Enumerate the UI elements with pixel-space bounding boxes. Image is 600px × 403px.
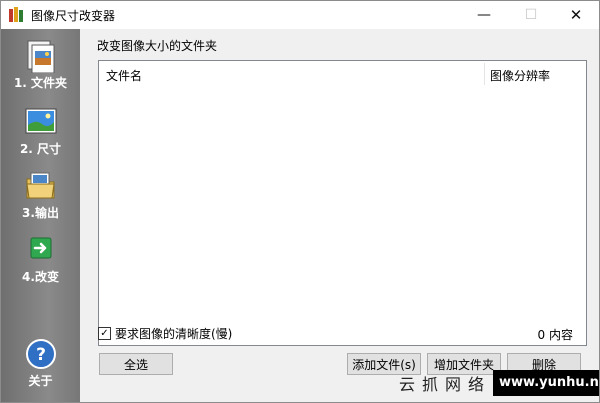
svg-text:?: ? [36, 345, 46, 365]
help-icon: ? [25, 339, 56, 369]
item-count: 0 内容 [537, 328, 573, 342]
group-title: 改变图像大小的文件夹 [97, 39, 218, 53]
close-button[interactable]: ✕ [553, 1, 599, 29]
green-arrow-icon [30, 237, 51, 259]
app-icon [9, 7, 23, 22]
quality-checkbox[interactable]: ✓ [98, 327, 111, 340]
maximize-button[interactable]: ☐ [508, 1, 554, 29]
column-divider[interactable] [484, 63, 485, 85]
sidebar-item-about[interactable]: ? 关于 [1, 337, 80, 389]
sidebar-item-output[interactable]: 3.输出 [1, 169, 80, 221]
folder-output-icon [25, 172, 55, 199]
quality-checkbox-label: 要求图像的清晰度(慢) [115, 327, 233, 341]
quality-checkbox-row[interactable]: ✓ 要求图像的清晰度(慢) [98, 325, 232, 342]
landscape-picture-icon [25, 108, 56, 134]
list-header: 文件名 图像分辨率 [99, 61, 586, 87]
sidebar-item-change[interactable]: 4.改变 [1, 233, 80, 285]
column-header-filename[interactable]: 文件名 [106, 67, 142, 84]
document-image-icon [27, 40, 54, 73]
sidebar-item-size-label: 2. 尺寸 [19, 142, 62, 156]
column-header-resolution[interactable]: 图像分辨率 [490, 67, 550, 84]
watermark-url: www.yunhu.net [493, 370, 599, 396]
sidebar-item-output-label: 3.输出 [22, 206, 59, 220]
sidebar-item-about-label: 关于 [28, 374, 53, 388]
main-panel: 改变图像大小的文件夹 文件名 图像分辨率 ✓ 要求图像的清晰度(慢) 0 内容 … [81, 29, 599, 402]
window-title: 图像尺寸改变器 [31, 9, 116, 23]
watermark: 云抓网络 www.yunhu.net [399, 370, 599, 396]
app-window: 图像尺寸改变器 — ☐ ✕ 1. 文件夹 2. 尺寸 3.输出 4.改变 ? 关… [0, 0, 600, 403]
minimize-button[interactable]: — [461, 1, 507, 29]
sidebar-item-size[interactable]: 2. 尺寸 [1, 105, 80, 157]
sidebar-item-folder-label: 1. 文件夹 [13, 76, 68, 90]
file-list[interactable]: 文件名 图像分辨率 [98, 60, 587, 346]
sidebar-item-folder[interactable]: 1. 文件夹 [1, 39, 80, 91]
sidebar-item-change-label: 4.改变 [22, 270, 59, 284]
title-bar[interactable]: 图像尺寸改变器 — ☐ ✕ [1, 1, 599, 29]
select-all-button[interactable]: 全选 [99, 353, 173, 375]
sidebar: 1. 文件夹 2. 尺寸 3.输出 4.改变 ? 关于 [1, 29, 80, 402]
watermark-chinese: 云抓网络 [399, 375, 492, 394]
